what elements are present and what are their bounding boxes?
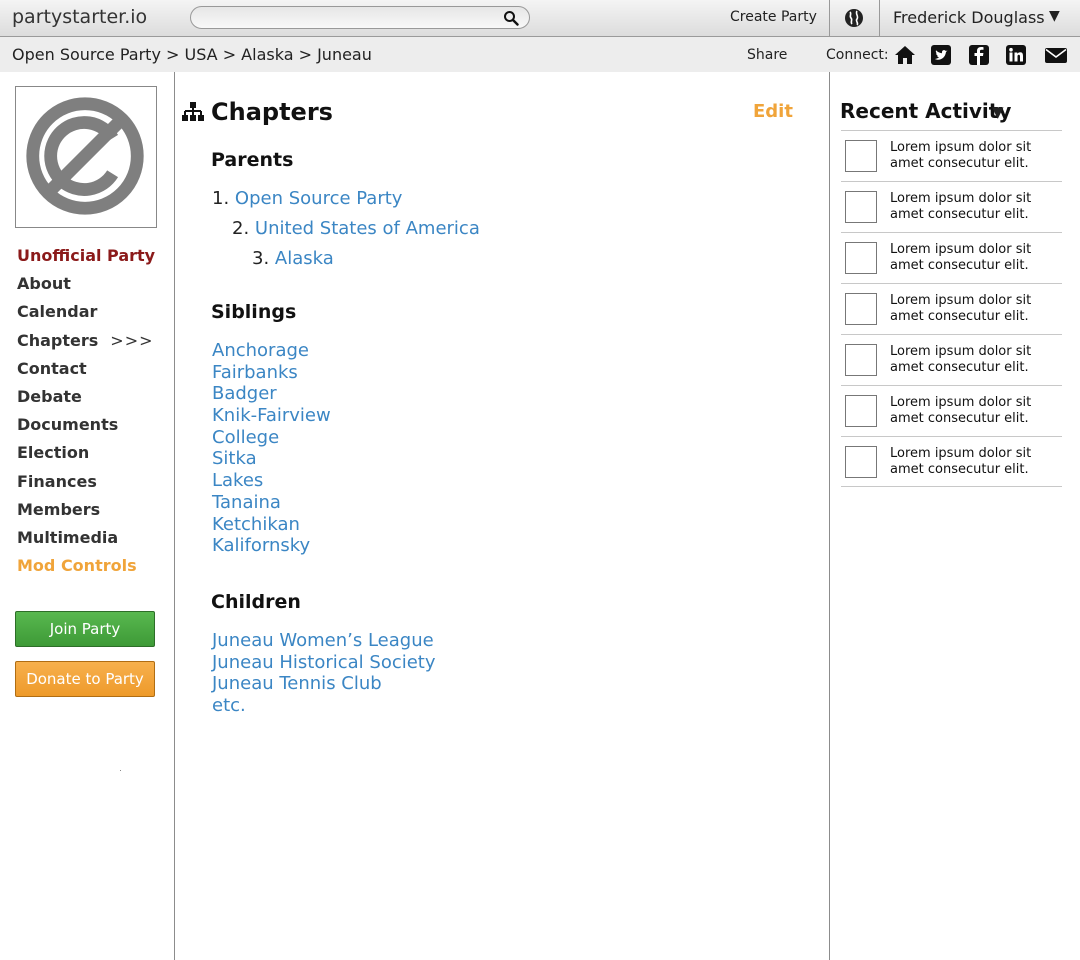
activity-text: Lorem ipsum dolor sit amet consecutur el…: [890, 140, 1032, 171]
activity-text: Lorem ipsum dolor sit amet consecutur el…: [890, 344, 1032, 375]
list-item[interactable]: Lorem ipsum dolor sit amet consecutur el…: [841, 181, 1062, 232]
list-item[interactable]: Lorem ipsum dolor sit amet consecutur el…: [841, 334, 1062, 385]
sidebar-item-multimedia[interactable]: Multimedia: [17, 526, 155, 554]
connect-label: Connect:: [826, 47, 889, 63]
activity-thumbnail: [845, 242, 877, 274]
sibling-link[interactable]: Anchorage: [212, 340, 309, 361]
breadcrumb[interactable]: Open Source Party > USA > Alaska > Junea…: [12, 45, 372, 64]
list-number: 2.: [232, 218, 250, 239]
activity-thumbnail: [845, 446, 877, 478]
share-link[interactable]: Share: [747, 47, 787, 63]
edit-button[interactable]: Edit: [753, 101, 793, 122]
siblings-heading: Siblings: [211, 301, 297, 323]
avatar: [15, 86, 157, 228]
divider: [120, 770, 121, 771]
list-item[interactable]: Lorem ipsum dolor sit amet consecutur el…: [841, 385, 1062, 436]
list-item: 2. United States of America: [232, 218, 480, 239]
sidebar-item-documents[interactable]: Documents: [17, 413, 155, 441]
sidebar-item-finances[interactable]: Finances: [17, 470, 155, 498]
sidebar-item-calendar[interactable]: Calendar: [17, 300, 155, 328]
breadcrumb-bar: Open Source Party > USA > Alaska > Junea…: [0, 37, 1080, 72]
sibling-link[interactable]: Kalifornsky: [212, 535, 310, 556]
search-icon[interactable]: [503, 10, 519, 26]
sidebar-item-election[interactable]: Election: [17, 441, 155, 469]
children-heading: Children: [211, 591, 301, 613]
activity-thumbnail: [845, 191, 877, 223]
site-logo[interactable]: partystarter.io: [12, 6, 147, 28]
list-item[interactable]: Lorem ipsum dolor sit amet consecutur el…: [841, 232, 1062, 283]
list-item[interactable]: Lorem ipsum dolor sit amet consecutur el…: [841, 436, 1062, 487]
sibling-link[interactable]: Ketchikan: [212, 514, 300, 535]
divider: [879, 0, 880, 37]
siblings-list: Anchorage Fairbanks Badger Knik-Fairview…: [212, 340, 331, 557]
list-number: 3.: [252, 248, 270, 269]
parent-link[interactable]: Open Source Party: [235, 188, 403, 209]
column-divider: [174, 72, 175, 960]
sidebar-item-debate[interactable]: Debate: [17, 385, 155, 413]
activity-text: Lorem ipsum dolor sit amet consecutur el…: [890, 395, 1032, 426]
sidebar-nav: Unofficial Party About Calendar Chapters…: [17, 244, 155, 582]
current-indicator: >>>: [110, 330, 154, 350]
child-link[interactable]: Juneau Historical Society: [212, 652, 436, 673]
sidebar-item-label: Chapters: [17, 330, 99, 350]
sidebar-item-contact[interactable]: Contact: [17, 357, 155, 385]
sibling-link[interactable]: Sitka: [212, 448, 257, 469]
user-menu[interactable]: Frederick Douglass: [893, 8, 1045, 27]
sidebar-item-members[interactable]: Members: [17, 498, 155, 526]
chevron-down-icon[interactable]: ▼: [992, 103, 1004, 121]
twitter-icon[interactable]: [930, 44, 952, 66]
list-number: 1.: [212, 188, 230, 209]
column-divider: [829, 72, 830, 960]
sibling-link[interactable]: Knik-Fairview: [212, 405, 331, 426]
globe-icon[interactable]: [844, 8, 864, 28]
recent-activity-title: Recent Activity: [840, 99, 1012, 123]
children-list: Juneau Women’s League Juneau Historical …: [212, 630, 436, 717]
child-link[interactable]: etc.: [212, 695, 246, 716]
activity-text: Lorem ipsum dolor sit amet consecutur el…: [890, 446, 1032, 477]
facebook-icon[interactable]: [968, 44, 990, 66]
list-item[interactable]: Lorem ipsum dolor sit amet consecutur el…: [841, 283, 1062, 334]
parent-link[interactable]: United States of America: [255, 218, 480, 239]
activity-thumbnail: [845, 395, 877, 427]
linkedin-icon[interactable]: [1005, 44, 1027, 66]
page-title: Chapters: [211, 98, 333, 126]
activity-thumbnail: [845, 344, 877, 376]
chevron-down-icon[interactable]: ▼: [1049, 8, 1060, 24]
sitemap-icon: [182, 102, 204, 121]
sibling-link[interactable]: Tanaina: [212, 492, 281, 513]
divider: [829, 0, 830, 37]
list-item: 1. Open Source Party: [212, 188, 402, 209]
list-item: 3. Alaska: [252, 248, 334, 269]
activity-text: Lorem ipsum dolor sit amet consecutur el…: [890, 242, 1032, 273]
activity-text: Lorem ipsum dolor sit amet consecutur el…: [890, 191, 1032, 222]
sibling-link[interactable]: Badger: [212, 383, 277, 404]
parent-link[interactable]: Alaska: [275, 248, 334, 269]
activity-text: Lorem ipsum dolor sit amet consecutur el…: [890, 293, 1032, 324]
public-domain-icon: [26, 97, 144, 215]
search-input[interactable]: [190, 6, 530, 29]
sidebar-item-unofficial-party[interactable]: Unofficial Party: [17, 244, 155, 272]
sidebar-item-chapters[interactable]: Chapters >>>: [17, 329, 155, 357]
parents-heading: Parents: [211, 149, 294, 171]
sidebar-item-mod-controls[interactable]: Mod Controls: [17, 554, 155, 582]
activity-thumbnail: [845, 140, 877, 172]
list-item[interactable]: Lorem ipsum dolor sit amet consecutur el…: [841, 130, 1062, 181]
sibling-link[interactable]: Lakes: [212, 470, 263, 491]
sibling-link[interactable]: College: [212, 427, 279, 448]
recent-activity-list: Lorem ipsum dolor sit amet consecutur el…: [841, 130, 1062, 487]
sibling-link[interactable]: Fairbanks: [212, 362, 298, 383]
join-party-button[interactable]: Join Party: [15, 611, 155, 647]
home-icon[interactable]: [894, 44, 916, 66]
top-bar: partystarter.io Create Party Frederick D…: [0, 0, 1080, 37]
create-party-link[interactable]: Create Party: [730, 9, 817, 25]
donate-button[interactable]: Donate to Party: [15, 661, 155, 697]
child-link[interactable]: Juneau Tennis Club: [212, 673, 382, 694]
activity-thumbnail: [845, 293, 877, 325]
sidebar-item-about[interactable]: About: [17, 272, 155, 300]
child-link[interactable]: Juneau Women’s League: [212, 630, 434, 651]
email-icon[interactable]: [1044, 44, 1068, 66]
